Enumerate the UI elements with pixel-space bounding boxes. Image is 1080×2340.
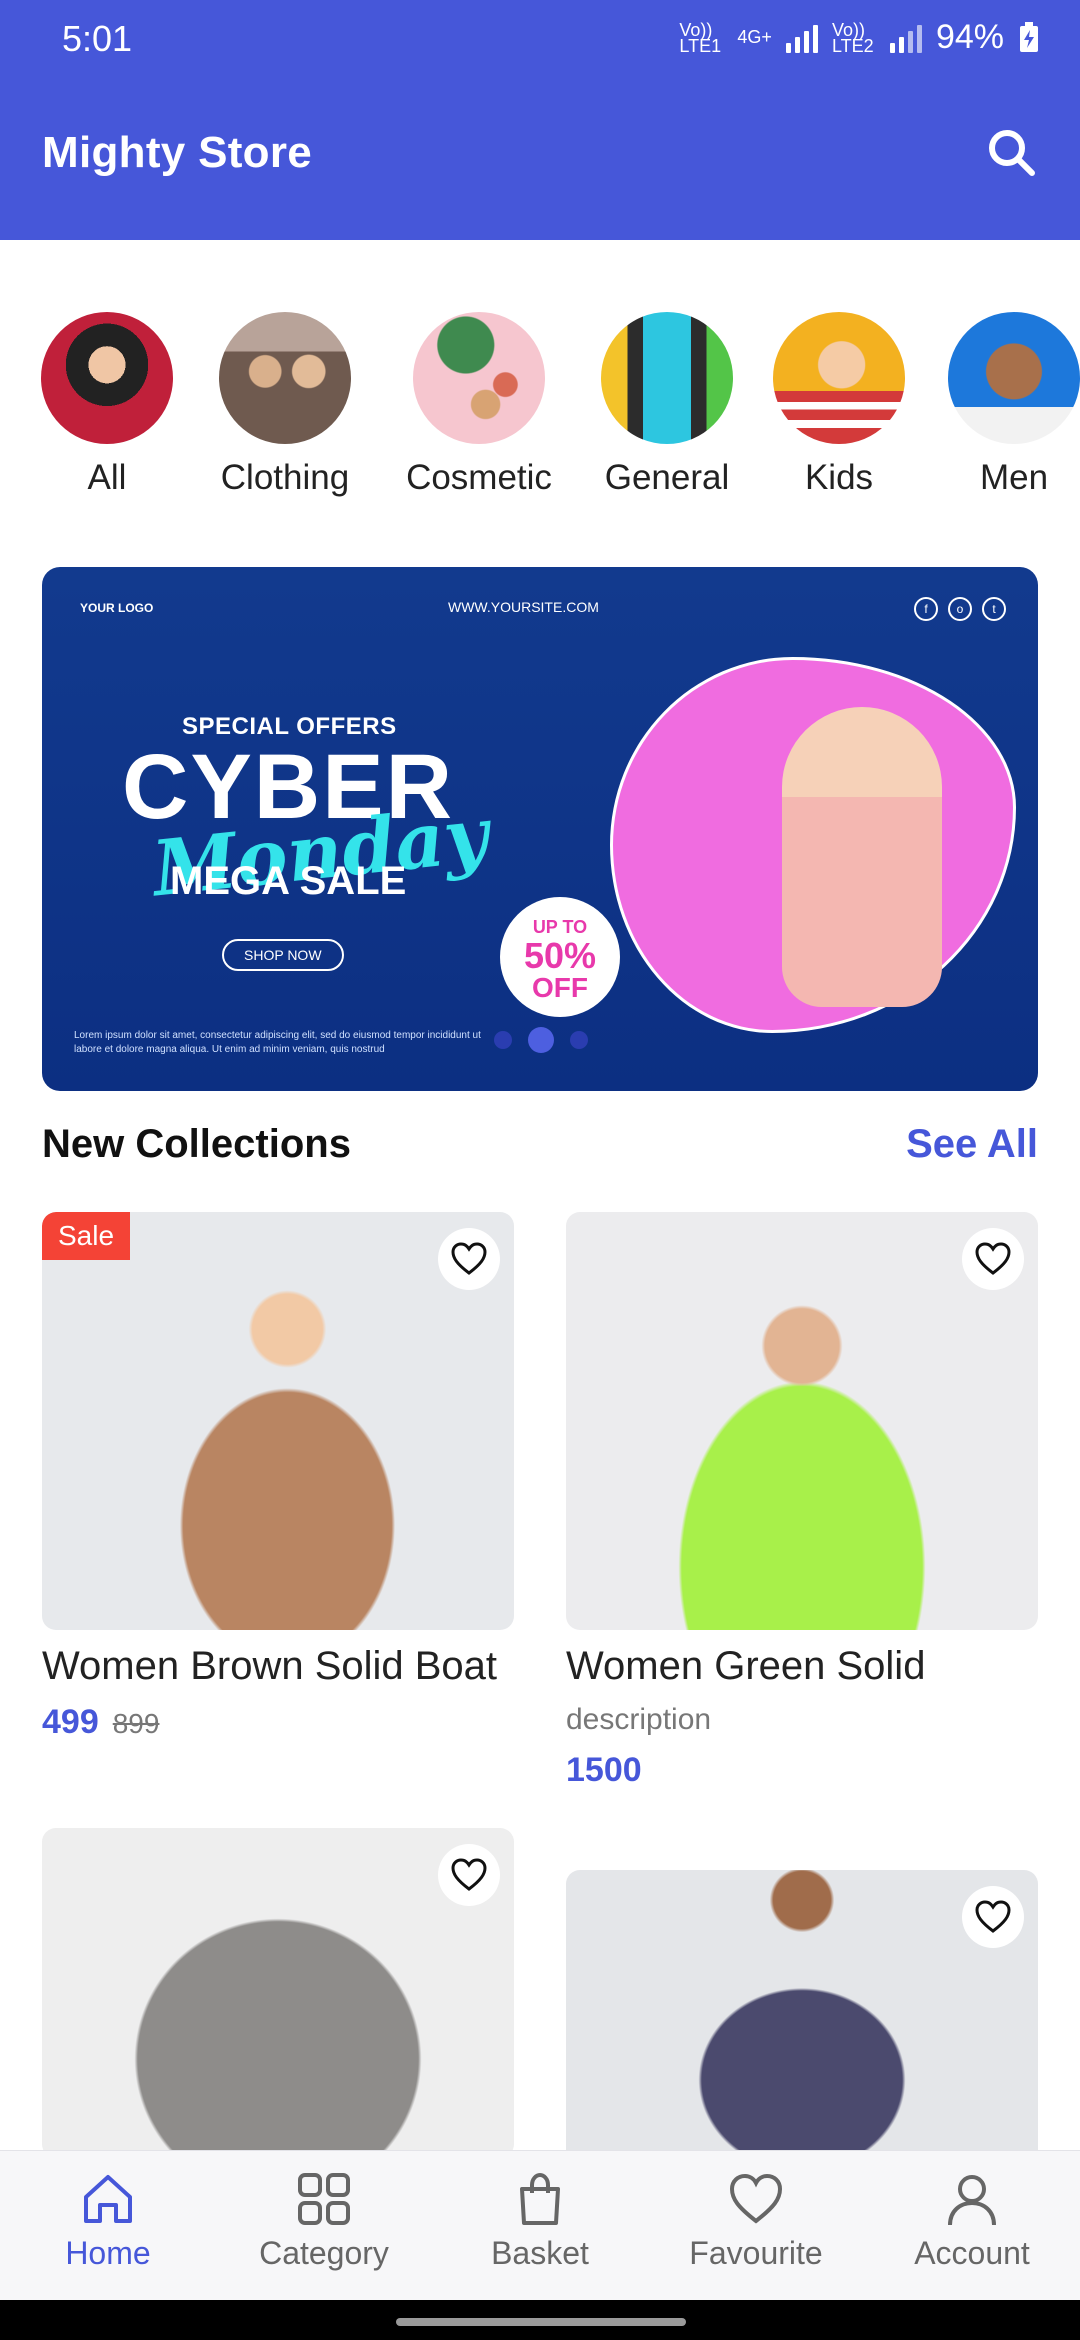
nav-label: Category — [259, 2235, 389, 2271]
product-card[interactable] — [42, 1828, 514, 2150]
status-indicators: Vo)) LTE1 4G+ Vo)) LTE2 94% — [679, 18, 1040, 57]
banner-shop-now: SHOP NOW — [222, 939, 344, 971]
heart-icon — [729, 2173, 783, 2224]
favourite-button[interactable] — [962, 1886, 1024, 1948]
twitter-icon: t — [982, 597, 1006, 621]
heart-icon — [451, 1242, 487, 1275]
price-row: 1500 — [566, 1751, 1038, 1790]
product-card[interactable] — [566, 1870, 1038, 2150]
category-label: All — [87, 458, 127, 497]
nav-basket[interactable]: Basket — [432, 2171, 648, 2272]
category-clothing[interactable]: Clothing — [210, 312, 360, 498]
instagram-icon: o — [948, 597, 972, 621]
nav-category[interactable]: Category — [216, 2171, 432, 2272]
heart-icon — [975, 1242, 1011, 1275]
banner-mega: MEGA SALE — [170, 859, 407, 903]
category-label: General — [604, 458, 730, 497]
category-general[interactable]: General — [592, 312, 742, 498]
signal-2-icon — [889, 23, 922, 53]
battery-charging-icon — [1020, 21, 1038, 52]
product-card[interactable]: Women Green Solid description 1500 — [566, 1212, 1038, 1790]
facebook-icon: f — [914, 597, 938, 621]
category-all[interactable]: All — [32, 312, 182, 498]
category-label: Kids — [804, 458, 874, 497]
home-icon — [84, 2175, 132, 2223]
status-time: 5:01 — [62, 18, 133, 59]
badge-percent: 50% — [523, 935, 597, 976]
banner-model-image — [782, 707, 942, 1007]
banner-social-icons: f o t — [914, 597, 1006, 621]
category-image — [948, 312, 1080, 444]
heart-icon — [451, 1858, 487, 1891]
search-icon — [989, 130, 1035, 176]
banner-logo: YOUR LOGO — [80, 601, 154, 615]
category-image — [413, 312, 545, 444]
carousel-dots — [494, 1027, 588, 1053]
bag-icon — [520, 2172, 560, 2225]
category-image — [773, 312, 905, 444]
product-old-price: 899 — [112, 1708, 160, 1739]
carousel-dot[interactable] — [494, 1031, 512, 1049]
network-type-label: 4G+ — [737, 27, 772, 47]
category-men[interactable]: Men — [939, 312, 1080, 498]
carousel-dot-active[interactable] — [528, 1027, 554, 1053]
carousel-dot[interactable] — [570, 1031, 588, 1049]
product-name: Women Green Solid — [566, 1644, 926, 1688]
badge-off: OFF — [532, 972, 588, 1003]
section-title: New Collections — [42, 1122, 351, 1166]
bottom-navigation: Home Category Basket Favourite Account — [0, 2150, 1080, 2301]
category-image — [219, 312, 351, 444]
product-image: Sale — [42, 1212, 514, 1630]
product-description: description — [566, 1703, 712, 1736]
signal-1-icon — [785, 23, 818, 53]
nav-favourite[interactable]: Favourite — [648, 2171, 864, 2272]
nav-label: Basket — [491, 2235, 589, 2271]
grid-icon — [298, 2173, 350, 2225]
category-kids[interactable]: Kids — [764, 312, 914, 498]
battery-level: 94% — [935, 18, 1004, 56]
category-image — [41, 312, 173, 444]
nav-account[interactable]: Account — [864, 2171, 1080, 2272]
category-label: Men — [979, 458, 1049, 497]
banner-site: WWW.YOURSITE.COM — [448, 599, 599, 615]
banner-lorem: Lorem ipsum dolor sit amet, consectetur … — [74, 1030, 481, 1055]
category-cosmetic[interactable]: Cosmetic — [404, 312, 554, 498]
category-image — [601, 312, 733, 444]
person-icon — [948, 2175, 996, 2226]
product-image — [566, 1212, 1038, 1630]
product-name: Women Brown Solid Boat — [42, 1644, 498, 1688]
discount-badge: UP TO 50% OFF — [500, 897, 620, 1017]
main-content: All Clothing Cosmetic General Kids Men Y… — [0, 240, 1080, 2150]
product-card[interactable]: Sale Women Brown Solid Boat 499 899 — [42, 1212, 514, 1742]
nav-home[interactable]: Home — [0, 2171, 216, 2272]
nav-label: Account — [914, 2235, 1030, 2271]
status-bar: 5:01 Vo)) LTE1 4G+ Vo)) LTE2 94% — [0, 0, 1080, 80]
heart-icon — [975, 1900, 1011, 1933]
promo-banner[interactable]: YOUR LOGO WWW.YOURSITE.COM f o t SPECIAL… — [42, 567, 1038, 1091]
nav-label: Home — [65, 2235, 151, 2271]
category-label: Clothing — [220, 458, 350, 497]
see-all-link[interactable]: See All — [906, 1122, 1038, 1167]
product-image — [42, 1828, 514, 2150]
category-label: Cosmetic — [406, 458, 552, 497]
nav-label: Favourite — [689, 2235, 823, 2271]
favourite-button[interactable] — [438, 1228, 500, 1290]
favourite-button[interactable] — [438, 1844, 500, 1906]
new-collections-header: New Collections See All — [42, 1118, 1038, 1178]
home-indicator[interactable] — [396, 2318, 686, 2326]
network-2-label: Vo)) LTE2 — [831, 19, 874, 56]
product-price: 1500 — [566, 1751, 642, 1789]
product-image — [566, 1870, 1038, 2150]
app-title: Mighty Store — [42, 128, 313, 177]
category-list: All Clothing Cosmetic General Kids Men — [0, 312, 1080, 512]
sale-badge: Sale — [42, 1212, 131, 1260]
search-button[interactable] — [984, 125, 1040, 181]
network-1-label: Vo)) LTE1 — [679, 19, 722, 56]
price-row: 499 899 — [42, 1703, 514, 1742]
favourite-button[interactable] — [962, 1228, 1024, 1290]
app-bar: Mighty Store — [0, 80, 1080, 240]
product-price: 499 — [42, 1703, 99, 1741]
